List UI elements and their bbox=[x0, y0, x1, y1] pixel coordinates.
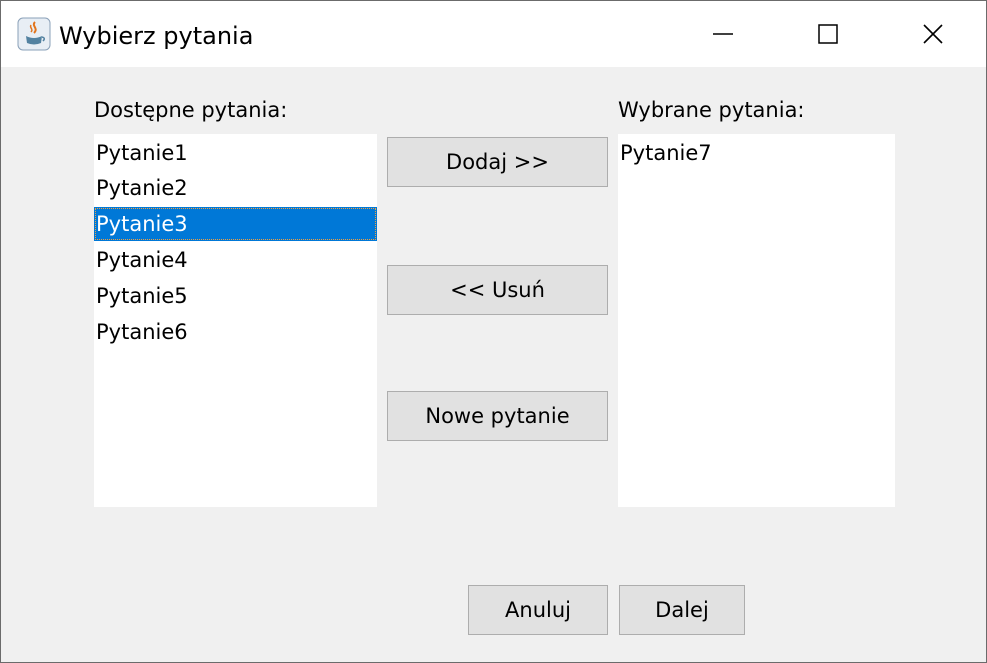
list-item[interactable]: Pytanie7 bbox=[618, 136, 895, 170]
list-item-selected[interactable]: Pytanie3 bbox=[94, 207, 377, 241]
new-question-button[interactable]: Nowe pytanie bbox=[387, 391, 608, 441]
java-app-icon bbox=[17, 17, 51, 51]
minimize-button[interactable] bbox=[670, 1, 775, 67]
cancel-button[interactable]: Anuluj bbox=[468, 585, 608, 635]
dialog-window: Wybierz pytania Dostępne pytania: Pytani… bbox=[0, 0, 987, 663]
close-button[interactable] bbox=[880, 1, 985, 67]
list-item[interactable]: Pytanie2 bbox=[94, 171, 377, 205]
list-item[interactable]: Pytanie1 bbox=[94, 136, 377, 170]
list-item[interactable]: Pytanie4 bbox=[94, 243, 377, 277]
window-title: Wybierz pytania bbox=[59, 22, 254, 50]
selected-questions-list[interactable]: Pytanie7 bbox=[618, 134, 895, 507]
available-questions-label: Dostępne pytania: bbox=[94, 98, 288, 122]
list-item[interactable]: Pytanie6 bbox=[94, 315, 377, 349]
title-bar[interactable]: Wybierz pytania bbox=[1, 1, 986, 67]
remove-button[interactable]: << Usuń bbox=[387, 265, 608, 315]
maximize-button[interactable] bbox=[775, 1, 880, 67]
add-button[interactable]: Dodaj >> bbox=[387, 137, 608, 187]
next-button[interactable]: Dalej bbox=[619, 585, 745, 635]
minimize-icon bbox=[712, 33, 733, 35]
close-icon bbox=[922, 24, 943, 44]
list-item[interactable]: Pytanie5 bbox=[94, 279, 377, 313]
selected-questions-label: Wybrane pytania: bbox=[618, 98, 805, 122]
available-questions-list[interactable]: Pytanie1 Pytanie2 Pytanie3 Pytanie4 Pyta… bbox=[94, 134, 377, 507]
maximize-icon bbox=[817, 24, 838, 44]
